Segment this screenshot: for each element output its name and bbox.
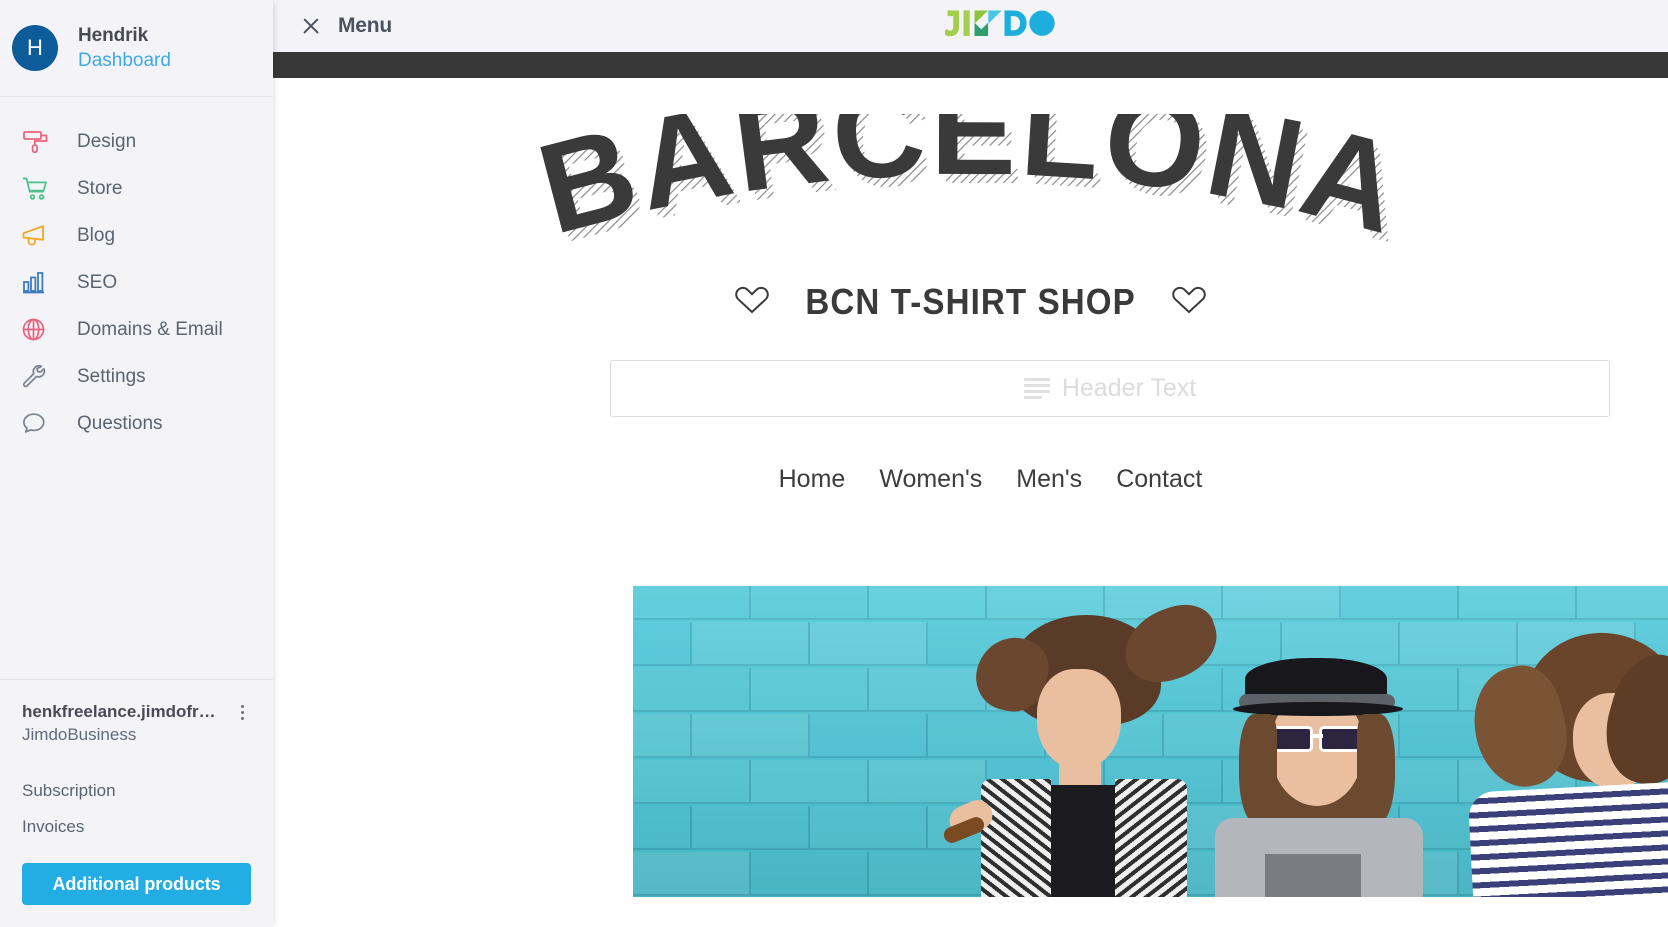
placeholder-label: Header Text [1061,374,1197,402]
site-nav-item-home[interactable]: Home [779,465,846,494]
site-names: henkfreelance.jimdofr… JimdoBusiness [22,701,233,747]
additional-products-button[interactable]: Additional products [22,863,251,905]
sidebar: H Hendrik Dashboard Design Store Blog SE… [0,0,273,927]
sidebar-link-invoices[interactable]: Invoices [22,809,251,845]
kebab-menu-icon[interactable] [233,701,251,721]
placeholder-inner: Header Text [1023,374,1197,403]
profile-name: Hendrik [78,24,149,46]
site-domain[interactable]: henkfreelance.jimdofr… [22,701,233,724]
preview-panel: Menu BARCELONA BARCELONA BCN T-SHIRT SHO… [273,0,1668,927]
sidebar-item-store[interactable]: Store [0,165,273,212]
site-nav-item-contact[interactable]: Contact [1116,465,1202,494]
shop-tagline-text: BCN T-SHIRT SHOP [805,281,1136,322]
hero-title-svg: BARCELONA BARCELONA [525,114,1420,271]
sidebar-item-questions[interactable]: Questions [0,400,273,447]
bar-chart-icon [21,268,55,298]
sidebar-item-label: Blog [77,224,116,246]
jimdo-logo[interactable] [941,10,1057,42]
sidebar-item-domains-email[interactable]: Domains & Email [0,306,273,353]
site-links: Subscription Invoices [22,773,251,845]
megaphone-icon [21,221,55,251]
site-canvas: BARCELONA BARCELONA BCN T-SHIRT SHOP Hea… [273,78,1668,927]
sidebar-item-label: Store [77,177,123,199]
close-icon [301,16,321,36]
avatar: H [12,25,58,71]
sidebar-item-seo[interactable]: SEO [0,259,273,306]
site-navigation: Home Women's Men's Contact [273,465,1668,494]
person-right [1423,622,1668,897]
preview-dark-bar [273,52,1668,78]
text-lines-icon [1023,378,1050,399]
menu-label: Menu [338,14,393,37]
site-plan: JimdoBusiness [22,725,137,745]
site-nav-item-womens[interactable]: Women's [879,465,982,494]
site-row: henkfreelance.jimdofr… JimdoBusiness [22,701,251,747]
wrench-icon [21,362,55,392]
header-text-placeholder[interactable]: Header Text [610,360,1610,417]
site-nav-item-mens[interactable]: Men's [1016,465,1082,494]
sidebar-item-label: Domains & Email [77,318,223,340]
sidebar-item-label: Questions [77,412,163,434]
shopping-cart-icon [21,174,55,204]
cta-wrapper: Additional products [0,845,273,927]
app-root: H Hendrik Dashboard Design Store Blog SE… [0,0,1668,927]
profile-header[interactable]: H Hendrik Dashboard [0,0,273,97]
globe-icon [21,315,55,345]
topbar: Menu [273,0,1668,52]
sidebar-item-design[interactable]: Design [0,118,273,165]
speech-bubble-icon [21,409,55,439]
profile-dashboard-link[interactable]: Dashboard [78,48,171,73]
sidebar-item-settings[interactable]: Settings [0,353,273,400]
menu-toggle-button[interactable]: Menu [273,14,392,38]
site-section: henkfreelance.jimdofr… JimdoBusiness Sub… [0,679,273,845]
sidebar-item-blog[interactable]: Blog [0,212,273,259]
sidebar-link-subscription[interactable]: Subscription [22,773,251,809]
hero-photo-banner[interactable] [633,586,1668,897]
paint-roller-icon [21,127,55,157]
sidebar-item-label: SEO [77,271,118,293]
sidebar-item-label: Design [77,130,137,152]
hero-title: BARCELONA BARCELONA [273,114,1668,289]
sidebar-nav: Design Store Blog SEO Domains & Email Se… [0,97,273,447]
profile-text-block: Hendrik Dashboard [78,23,171,73]
sidebar-item-label: Settings [77,365,146,387]
